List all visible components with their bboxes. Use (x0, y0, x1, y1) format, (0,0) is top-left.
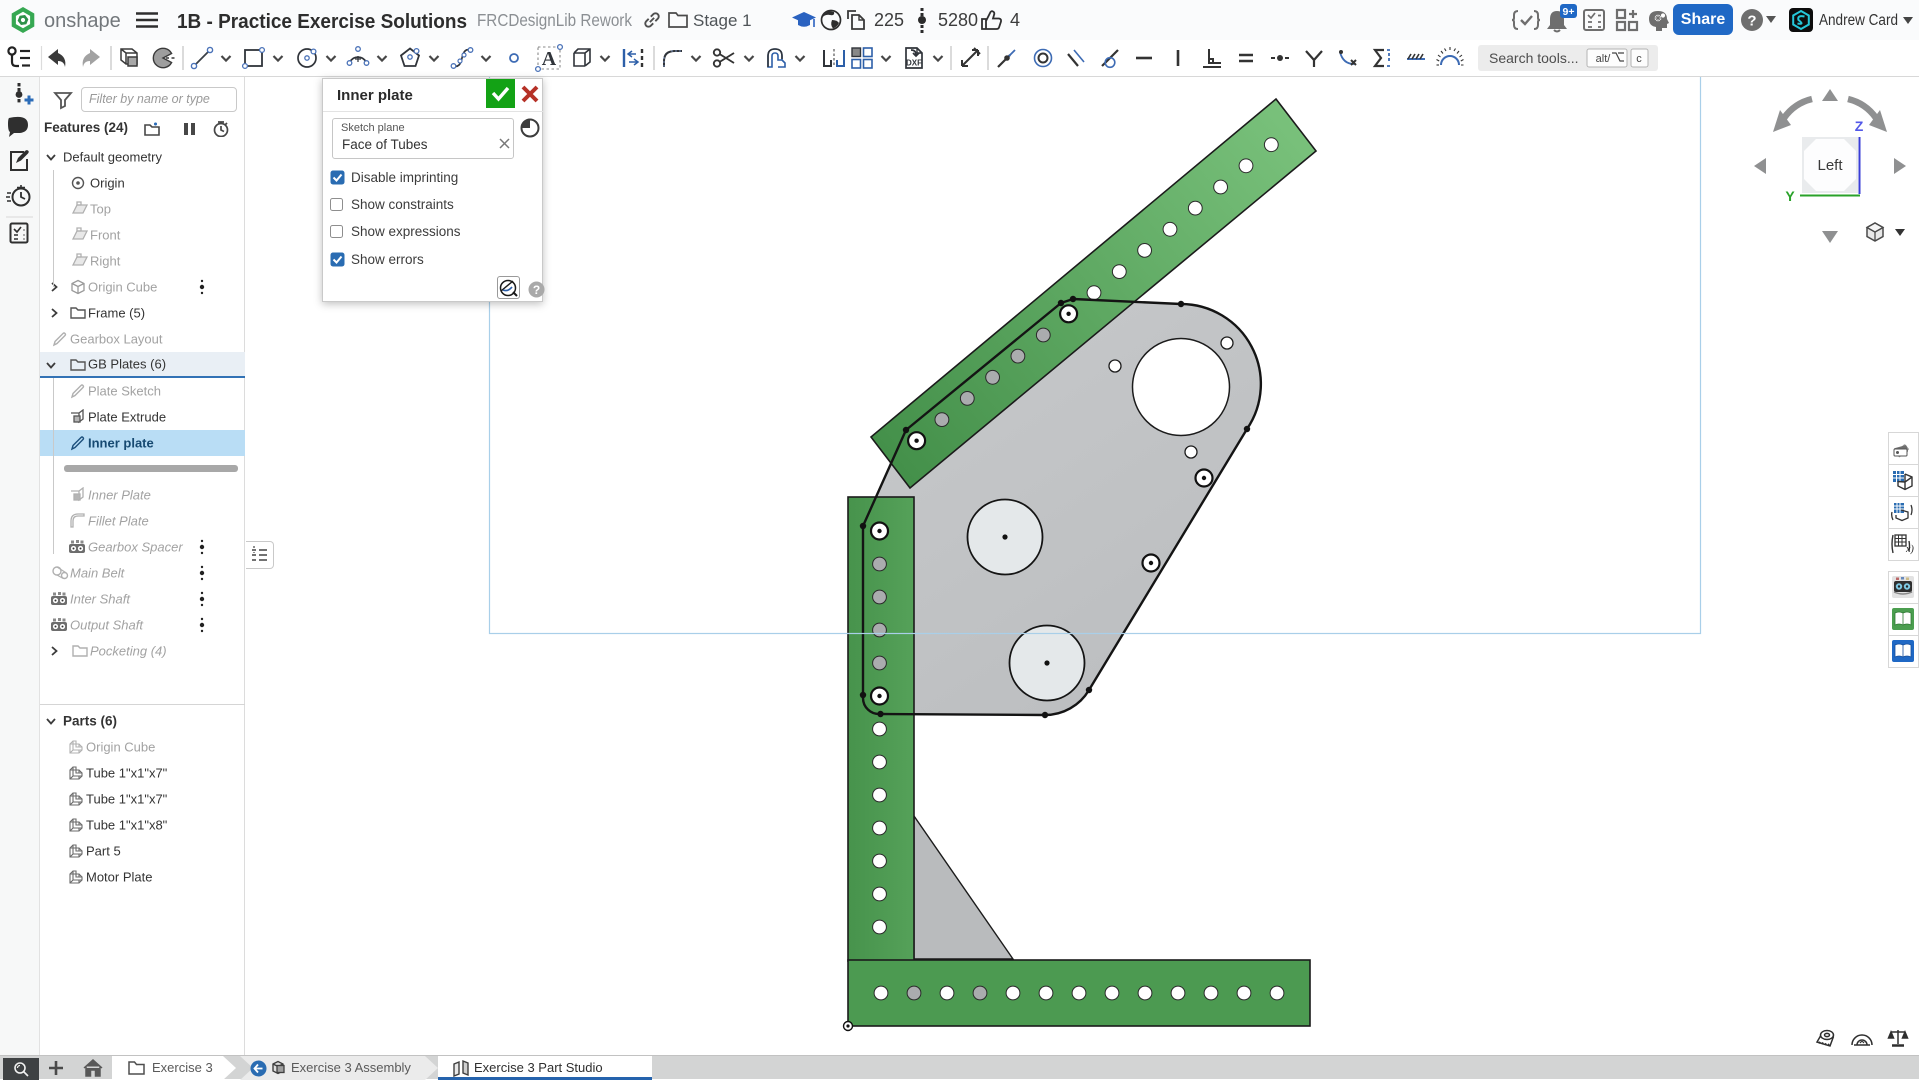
svg-text:DXF: DXF (906, 59, 922, 68)
svg-text:1B - Practice Exercise Solutio: 1B - Practice Exercise Solutions (177, 10, 467, 33)
svg-text:4: 4 (1010, 10, 1020, 30)
svg-text:onshape: onshape (44, 10, 121, 32)
svg-text:225: 225 (874, 10, 904, 30)
svg-text:Left: Left (1817, 157, 1843, 174)
svg-text:9+: 9+ (1563, 6, 1575, 18)
svg-text:Andrew Card: Andrew Card (1819, 12, 1898, 29)
svg-text:FRCDesignLib Rework: FRCDesignLib Rework (477, 10, 632, 30)
svg-text:?: ? (1747, 13, 1756, 30)
svg-text:A: A (542, 48, 557, 70)
svg-text:Search tools...: Search tools... (1489, 50, 1579, 66)
svg-text:x): x) (1905, 544, 1914, 555)
svg-text:c: c (1636, 53, 1642, 65)
svg-text:Z: Z (1855, 118, 1864, 134)
svg-text:Stage 1: Stage 1 (693, 11, 752, 30)
svg-text:Y: Y (1785, 188, 1795, 204)
svg-text:alt/: alt/ (1596, 53, 1612, 65)
svg-text:?: ? (533, 283, 540, 297)
svg-text:5280: 5280 (938, 10, 978, 30)
